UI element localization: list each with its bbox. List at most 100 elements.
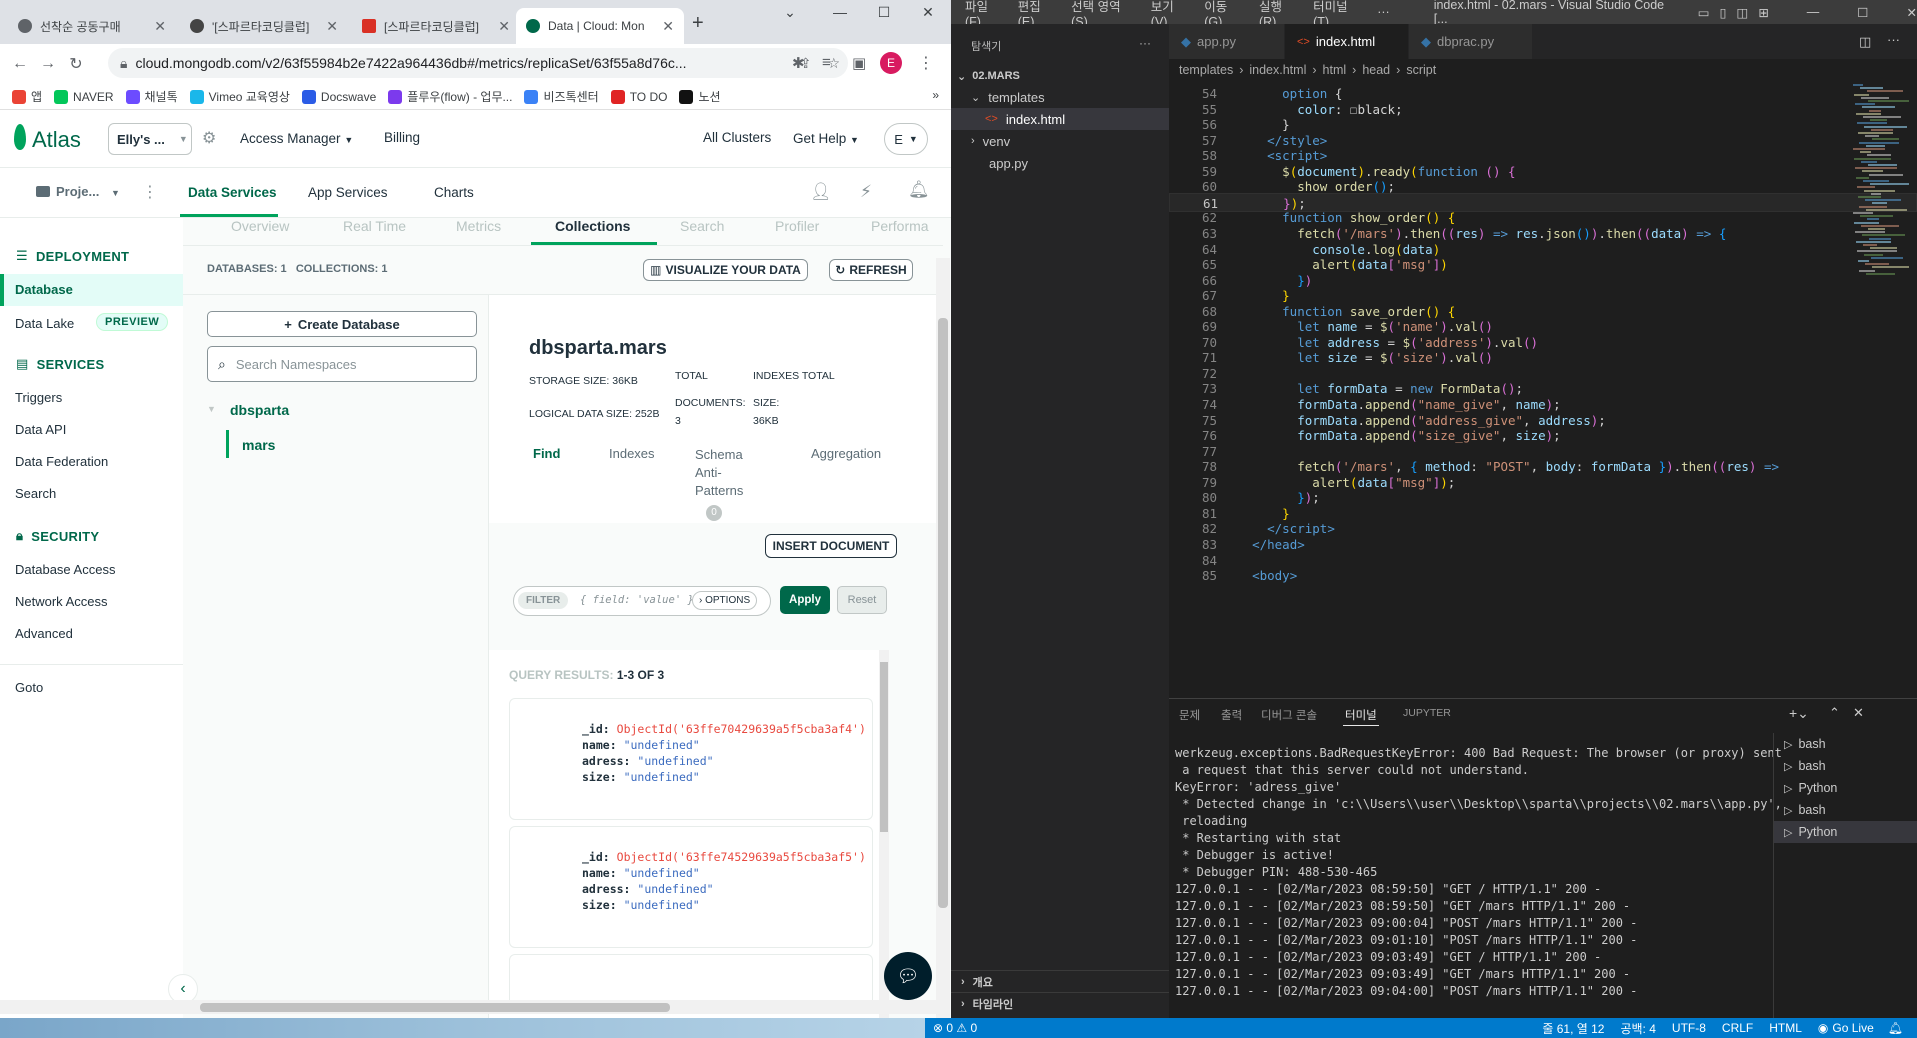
- tree-file-app-py[interactable]: app.py: [951, 152, 1169, 174]
- tab-search[interactable]: Search: [680, 218, 724, 234]
- browser-tab[interactable]: [스파르타코딩클럽] ✕: [352, 8, 520, 44]
- status-eol[interactable]: CRLF: [1722, 1021, 1753, 1035]
- get-help-menu[interactable]: Get Help ▼: [793, 131, 859, 146]
- tab-profiler[interactable]: Profiler: [775, 218, 819, 234]
- insert-document-button[interactable]: INSERT DOCUMENT: [765, 534, 897, 558]
- terminal-instance[interactable]: ▷ Python: [1774, 821, 1917, 843]
- terminal-instance[interactable]: ▷ bash: [1774, 799, 1917, 821]
- bookmark-item[interactable]: 비즈톡센터: [524, 88, 599, 105]
- tab-metrics[interactable]: Metrics: [456, 218, 501, 234]
- code-line[interactable]: 85 <body>: [1169, 566, 1917, 585]
- tab-performance[interactable]: Performa: [871, 218, 929, 234]
- status-language[interactable]: HTML: [1769, 1021, 1802, 1035]
- nav-app-services[interactable]: App Services: [308, 185, 388, 200]
- menu-item[interactable]: ···: [1377, 5, 1390, 19]
- layout-toggle-icon[interactable]: ◫: [1737, 5, 1749, 20]
- forward-icon[interactable]: →: [34, 55, 62, 73]
- tab-indexes[interactable]: Indexes: [609, 446, 655, 461]
- profile-avatar[interactable]: E: [880, 52, 902, 74]
- extensions-icon[interactable]: ✱: [792, 54, 805, 72]
- layout-toggle-icon[interactable]: ▯: [1720, 5, 1727, 20]
- close-panel-icon[interactable]: ✕: [1853, 705, 1864, 721]
- bookmark-item[interactable]: TO DO: [610, 89, 667, 104]
- close-tab-icon[interactable]: ✕: [498, 18, 510, 35]
- chrome-menu-icon[interactable]: ⋮: [918, 53, 934, 73]
- new-terminal-icon[interactable]: +⌄: [1789, 705, 1809, 722]
- browser-tab[interactable]: '[스파르타코딩클럽] ✕: [180, 8, 348, 44]
- explorer-more-icon[interactable]: ···: [1139, 36, 1151, 50]
- tab-schema-anti-patterns[interactable]: Schema Anti- Patterns: [695, 446, 743, 500]
- search-namespaces-input[interactable]: ⌕ Search Namespaces: [207, 346, 477, 382]
- close-window-button[interactable]: ✕: [908, 4, 948, 21]
- terminal-instance[interactable]: ▷ bash: [1774, 733, 1917, 755]
- editor-tab-dbprac-py[interactable]: ◆ dbprac.py: [1409, 24, 1533, 59]
- maximize-button[interactable]: ☐: [1857, 5, 1868, 20]
- activity-icon[interactable]: ⚡︎: [860, 182, 872, 202]
- tree-folder-templates[interactable]: ⌄ templates: [951, 86, 1169, 108]
- editor-more-icon[interactable]: ···: [1887, 32, 1900, 47]
- bookmark-item[interactable]: 노션: [679, 88, 721, 105]
- maximize-button[interactable]: ☐: [864, 4, 904, 21]
- status-encoding[interactable]: UTF-8: [1672, 1021, 1706, 1035]
- browser-tab-active[interactable]: Data | Cloud: Mon ✕: [516, 8, 684, 44]
- visualize-data-button[interactable]: ▥ VISUALIZE YOUR DATA: [643, 259, 808, 281]
- layout-toggle-icon[interactable]: ⊞: [1758, 5, 1768, 20]
- results-scrollbar-thumb[interactable]: [880, 662, 888, 832]
- nav-charts[interactable]: Charts: [434, 185, 474, 200]
- bookmark-item[interactable]: 플루우(flow) - 업무...: [388, 88, 512, 105]
- breadcrumb-item[interactable]: templates: [1179, 63, 1233, 77]
- maximize-panel-icon[interactable]: ⌃: [1829, 705, 1840, 721]
- chat-support-icon[interactable]: 💬︎: [884, 952, 932, 1000]
- address-bar[interactable]: 🔒︎ cloud.mongodb.com/v2/63f55984b2e7422a…: [108, 48, 848, 78]
- terminal-output[interactable]: werkzeug.exceptions.BadRequestKeyError: …: [1175, 745, 1782, 1000]
- breadcrumb-item[interactable]: script: [1406, 63, 1436, 77]
- browser-tab[interactable]: 선착순 공동구매 ✕: [8, 8, 176, 44]
- close-tab-icon[interactable]: ✕: [662, 18, 674, 35]
- create-database-button[interactable]: + Create Database: [207, 311, 477, 337]
- reset-button[interactable]: Reset: [837, 586, 887, 614]
- tab-aggregation[interactable]: Aggregation: [811, 446, 881, 461]
- tree-folder-venv[interactable]: › venv: [951, 130, 1169, 152]
- horizontal-scrollbar-thumb[interactable]: [200, 1003, 670, 1012]
- project-menu-icon[interactable]: ⋮: [142, 182, 158, 202]
- breadcrumb-item[interactable]: head: [1362, 63, 1390, 77]
- tab-search-icon[interactable]: ⌄: [770, 4, 810, 21]
- access-manager-menu[interactable]: Access Manager ▼: [240, 131, 353, 146]
- bookmark-item[interactable]: NAVER: [54, 89, 114, 104]
- database-tree-item[interactable]: dbsparta: [230, 402, 289, 418]
- tree-file-index-html[interactable]: <> index.html: [951, 108, 1169, 130]
- panel-tab-terminal[interactable]: 터미널: [1345, 707, 1377, 723]
- timeline-section[interactable]: › 타임라인: [951, 992, 1169, 1014]
- filter-input[interactable]: FILTER { field: 'value' } › OPTIONS: [513, 586, 771, 616]
- panel-tab-output[interactable]: 출력: [1221, 707, 1242, 723]
- sidebar-item-triggers[interactable]: Triggers: [15, 390, 62, 405]
- minimize-button[interactable]: —: [820, 4, 860, 20]
- billing-link[interactable]: Billing: [384, 130, 420, 145]
- breadcrumb-item[interactable]: index.html: [1249, 63, 1306, 77]
- tab-real-time[interactable]: Real Time: [343, 218, 406, 234]
- document-card[interactable]: _id: ObjectId('63ffe74529639a5f5cba3af5'…: [509, 826, 873, 948]
- terminal-instance[interactable]: ▷ Python: [1774, 777, 1917, 799]
- refresh-button[interactable]: ↻ REFRESH: [829, 259, 913, 281]
- invite-user-icon[interactable]: 👤︎: [810, 182, 832, 202]
- bell-icon[interactable]: 🔔︎: [908, 180, 930, 200]
- minimap[interactable]: [1849, 84, 1917, 284]
- reload-icon[interactable]: ↻: [62, 54, 90, 74]
- bookmark-item[interactable]: 채널톡: [125, 88, 178, 105]
- bookmark-item[interactable]: Docswave: [301, 89, 376, 104]
- outline-section[interactable]: › 개요: [951, 970, 1169, 992]
- sidebar-item-database[interactable]: Database: [0, 274, 183, 306]
- bookmark-item[interactable]: 앱: [12, 88, 42, 105]
- options-button[interactable]: › OPTIONS: [692, 591, 758, 610]
- close-window-button[interactable]: ✕: [1907, 5, 1917, 20]
- tab-find[interactable]: Find: [533, 446, 560, 461]
- sidebar-item-goto[interactable]: Goto: [15, 680, 43, 695]
- status-problems[interactable]: ⊗ 0 ⚠ 0: [933, 1021, 977, 1035]
- minimize-button[interactable]: —: [1807, 5, 1820, 19]
- media-icon[interactable]: ≡: [822, 54, 831, 71]
- bell-icon[interactable]: 🔔︎: [1888, 1021, 1903, 1035]
- side-panel-icon[interactable]: ▣: [852, 54, 866, 72]
- more-bookmarks-icon[interactable]: »: [932, 88, 939, 102]
- apply-button[interactable]: Apply: [780, 586, 830, 614]
- tab-overview[interactable]: Overview: [231, 218, 289, 234]
